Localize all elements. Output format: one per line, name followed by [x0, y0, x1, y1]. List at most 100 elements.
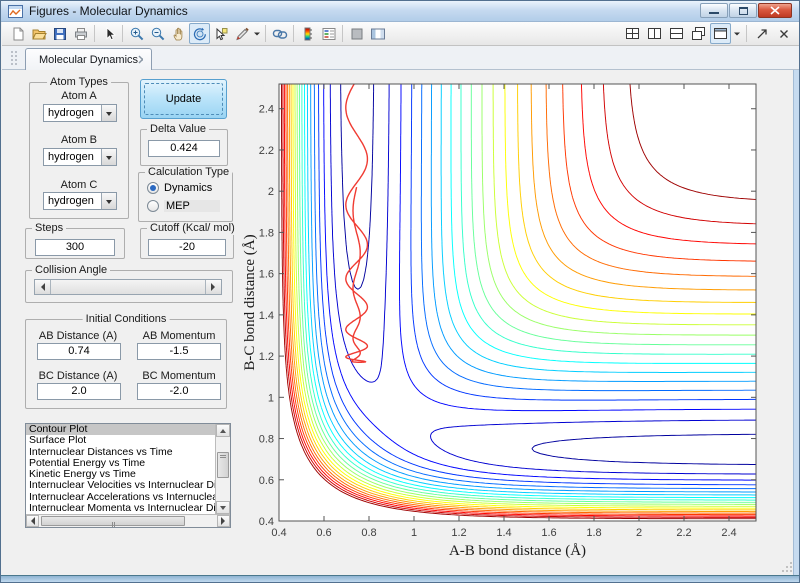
mep-radio[interactable] — [147, 200, 159, 212]
ab-distance-label: AB Distance (A) — [25, 330, 131, 342]
window-frame-bottom — [1, 575, 799, 582]
svg-text:2: 2 — [268, 186, 274, 198]
svg-text:0.4: 0.4 — [259, 516, 274, 528]
brush-data-icon[interactable] — [231, 23, 252, 44]
zoom-out-icon[interactable] — [147, 23, 168, 44]
zoom-in-icon[interactable] — [126, 23, 147, 44]
list-item[interactable]: Internuclear Velocities vs Internuclear … — [26, 480, 215, 491]
calculation-type-panel: Calculation Type — [138, 172, 233, 222]
atom-a-dropdown[interactable]: hydrogen — [43, 104, 117, 122]
bc-momentum-field[interactable]: -2.0 — [137, 383, 221, 400]
ab-momentum-field[interactable]: -1.5 — [137, 343, 221, 360]
ab-distance-field[interactable]: 0.74 — [37, 343, 121, 360]
list-item[interactable]: Kinetic Energy vs Time — [26, 469, 215, 480]
calculation-type-title: Calculation Type — [145, 166, 232, 179]
svg-text:1.2: 1.2 — [259, 351, 274, 363]
tab-label: Molecular Dynamics — [39, 54, 138, 66]
svg-text:0.6: 0.6 — [316, 527, 331, 539]
show-plot-tools-icon[interactable] — [367, 23, 388, 44]
svg-text:2.2: 2.2 — [259, 145, 274, 157]
plot-type-listbox[interactable]: Contour Plot Surface Plot Internuclear D… — [25, 423, 231, 528]
scroll-left-button[interactable] — [26, 515, 39, 527]
edit-plot-pointer-icon[interactable] — [98, 23, 119, 44]
minimize-icon — [709, 11, 719, 14]
collision-angle-slider[interactable] — [34, 279, 222, 295]
dropdown-button[interactable] — [101, 193, 116, 209]
atom-c-dropdown[interactable]: hydrogen — [43, 192, 117, 210]
horizontal-scrollbar[interactable] — [26, 514, 230, 527]
dock-caret-icon[interactable] — [732, 23, 742, 44]
list-item[interactable]: Internuclear Distances vs Time — [26, 447, 215, 458]
list-item[interactable]: Internuclear Accelerations vs Internucle… — [26, 492, 215, 503]
tile-grid-icon[interactable] — [622, 23, 643, 44]
slider-right-arrow[interactable] — [205, 280, 221, 294]
svg-text:1.4: 1.4 — [496, 527, 511, 539]
steps-field[interactable]: 300 — [35, 239, 115, 256]
maximize-tab-icon[interactable] — [710, 23, 731, 44]
update-button[interactable]: Update — [140, 79, 227, 119]
toolbar-separator — [342, 25, 343, 42]
tab-molecular-dynamics[interactable]: Molecular Dynamics — [25, 48, 152, 70]
atom-b-value: hydrogen — [48, 151, 94, 163]
tabbar-grip[interactable] — [10, 50, 18, 66]
hide-plot-tools-icon[interactable] — [346, 23, 367, 44]
slider-thumb[interactable] — [51, 280, 205, 294]
horizontal-scroll-thumb[interactable] — [41, 516, 185, 526]
link-plot-icon[interactable] — [269, 23, 290, 44]
tile-vertical-icon[interactable] — [644, 23, 665, 44]
scroll-up-button[interactable] — [216, 424, 230, 437]
list-item[interactable]: Contour Plot — [26, 424, 215, 435]
window-title: Figures - Molecular Dynamics — [29, 4, 188, 18]
svg-text:0.6: 0.6 — [259, 475, 274, 487]
layout-toolbar — [622, 23, 794, 44]
tab-close-icon[interactable] — [138, 55, 143, 64]
resize-grip-icon[interactable] — [780, 560, 794, 574]
brush-dropdown-icon[interactable] — [252, 23, 262, 44]
close-icon — [770, 6, 780, 15]
figure-window: Figures - Molecular Dynamics — [0, 0, 800, 583]
svg-text:1: 1 — [268, 392, 274, 404]
insert-colorbar-icon[interactable] — [297, 23, 318, 44]
svg-text:1.4: 1.4 — [259, 310, 274, 322]
maximize-button[interactable] — [729, 3, 757, 18]
scroll-right-button[interactable] — [217, 515, 230, 527]
undock-icon[interactable] — [751, 23, 772, 44]
atom-b-label: Atom B — [29, 134, 129, 146]
vertical-scrollbar[interactable] — [215, 424, 230, 514]
insert-legend-icon[interactable] — [318, 23, 339, 44]
print-figure-icon[interactable] — [70, 23, 91, 44]
slider-left-arrow[interactable] — [35, 280, 51, 294]
list-item[interactable]: Surface Plot — [26, 435, 215, 446]
save-figure-icon[interactable] — [49, 23, 70, 44]
close-group-icon[interactable] — [773, 23, 794, 44]
list-item[interactable]: Potential Energy vs Time — [26, 458, 215, 469]
ab-momentum-label: AB Momentum — [129, 330, 229, 342]
tile-horizontal-icon[interactable] — [666, 23, 687, 44]
pan-icon[interactable] — [168, 23, 189, 44]
float-windows-icon[interactable] — [688, 23, 709, 44]
contour-plot: 0.40.60.811.21.41.61.822.22.40.40.60.811… — [241, 71, 797, 577]
rotate-3d-icon[interactable] — [189, 23, 210, 44]
data-cursor-icon[interactable] — [210, 23, 231, 44]
scroll-down-button[interactable] — [216, 501, 230, 514]
toolbar-separator — [94, 25, 95, 42]
dropdown-button[interactable] — [101, 105, 116, 121]
thumb-grip — [112, 522, 115, 528]
svg-text:1.6: 1.6 — [541, 527, 556, 539]
list-item[interactable]: Internuclear Momenta vs Internuclear Dis… — [26, 503, 215, 514]
atom-b-dropdown[interactable]: hydrogen — [43, 148, 117, 166]
delta-value-field[interactable]: 0.424 — [148, 140, 220, 157]
atom-c-value: hydrogen — [48, 195, 94, 207]
atom-c-label: Atom C — [29, 179, 129, 191]
dropdown-button[interactable] — [101, 149, 116, 165]
bc-distance-field[interactable]: 2.0 — [37, 383, 121, 400]
new-figure-icon[interactable] — [7, 23, 28, 44]
minimize-button[interactable] — [700, 3, 728, 18]
open-file-icon[interactable] — [28, 23, 49, 44]
vertical-scroll-thumb[interactable] — [217, 452, 229, 478]
cutoff-field[interactable]: -20 — [148, 239, 226, 256]
close-button[interactable] — [758, 3, 792, 18]
dynamics-radio[interactable] — [147, 182, 159, 194]
title-bar[interactable]: Figures - Molecular Dynamics — [1, 1, 799, 22]
svg-text:1: 1 — [411, 527, 417, 539]
